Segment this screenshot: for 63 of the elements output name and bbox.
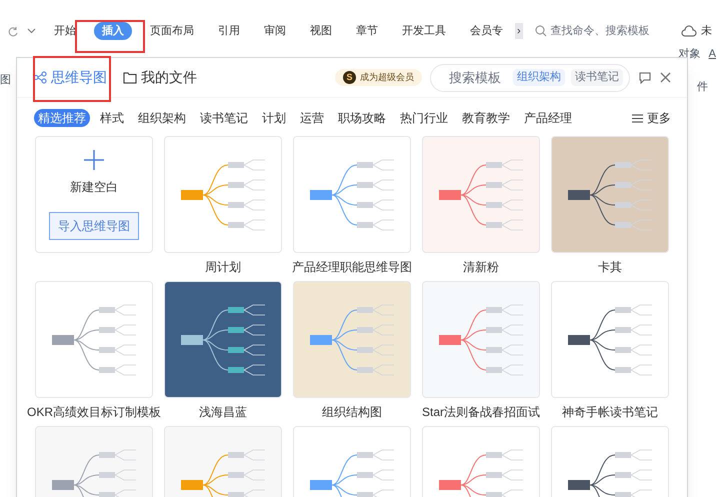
- template-title: OKR高绩效目标订制模板: [27, 404, 162, 421]
- mindmap-icon: [33, 71, 47, 84]
- template-thumbnail[interactable]: [293, 136, 411, 253]
- search-tag[interactable]: 读书笔记: [571, 69, 623, 86]
- ribbon-tab[interactable]: 审阅: [256, 22, 294, 40]
- search-icon: [534, 25, 547, 37]
- template-thumbnail[interactable]: [551, 136, 669, 253]
- category-tab[interactable]: 产品经理: [520, 109, 576, 127]
- template-title: 浅海昌蓝: [199, 404, 247, 421]
- ribbon-tab[interactable]: 会员专: [462, 22, 511, 40]
- template-thumbnail[interactable]: [164, 136, 282, 253]
- close-icon[interactable]: [660, 72, 671, 83]
- template-title: Star法则备战春招面试: [422, 404, 540, 421]
- category-tab[interactable]: 运营: [296, 109, 328, 127]
- template-title: 清新粉: [463, 259, 499, 276]
- vip-icon: S: [343, 71, 356, 84]
- toolbar-label[interactable]: 图: [0, 72, 11, 88]
- ribbon-tab[interactable]: 开发工具: [394, 22, 454, 40]
- toolbar-label[interactable]: 件: [697, 78, 708, 95]
- more-tabs-button[interactable]: ›: [515, 22, 523, 40]
- template-thumbnail[interactable]: [164, 281, 282, 398]
- ribbon-tab[interactable]: 页面布局: [142, 22, 202, 40]
- search-tag[interactable]: 组织架构: [513, 69, 565, 86]
- template-title: 产品经理职能思维导图: [292, 259, 412, 276]
- highlight-frame: [75, 20, 145, 53]
- template-thumbnail[interactable]: [35, 281, 153, 398]
- template-title: 卡其: [598, 259, 622, 276]
- dialog-tab[interactable]: 我的文件: [123, 67, 197, 88]
- template-thumbnail[interactable]: [293, 281, 411, 398]
- new-blank-card[interactable]: 新建空白 导入思维导图: [35, 136, 153, 253]
- dialog-tab[interactable]: 思维导图: [33, 67, 107, 88]
- folder-icon: [123, 71, 137, 84]
- menu-icon: [632, 114, 643, 122]
- vip-badge[interactable]: S 成为超级会员: [335, 68, 422, 86]
- ribbon-tab[interactable]: 引用: [210, 22, 248, 40]
- template-title: 组织结构图: [322, 404, 382, 421]
- category-tab[interactable]: 教育教学: [458, 109, 514, 127]
- template-thumbnail[interactable]: [551, 281, 669, 398]
- redo-icon[interactable]: [8, 26, 19, 36]
- category-tab[interactable]: 组织架构: [134, 109, 190, 127]
- category-tab[interactable]: 职场攻略: [334, 109, 390, 127]
- template-title: 神奇手帐读书笔记: [562, 404, 658, 421]
- command-search-field[interactable]: 查找命令、搜索模板: [550, 22, 650, 40]
- category-tab[interactable]: 计划: [258, 109, 290, 127]
- category-tab[interactable]: 样式: [96, 109, 128, 127]
- chat-icon[interactable]: [638, 71, 652, 84]
- category-tab[interactable]: 热门行业: [396, 109, 452, 127]
- ribbon-tab[interactable]: 开始: [46, 22, 84, 40]
- ribbon-tab[interactable]: 视图: [302, 22, 340, 40]
- account-label[interactable]: 未: [701, 22, 712, 40]
- new-blank-label: 新建空白: [70, 178, 118, 196]
- template-thumbnail[interactable]: [422, 136, 540, 253]
- cloud-icon[interactable]: [681, 25, 697, 37]
- search-field[interactable]: 搜索模板 组织架构 读书笔记: [430, 64, 630, 92]
- more-button[interactable]: 更多: [632, 109, 671, 127]
- dropdown-icon[interactable]: [27, 28, 36, 34]
- category-tab[interactable]: 精选推荐: [34, 109, 90, 127]
- template-thumbnail[interactable]: [422, 281, 540, 398]
- ribbon-tab[interactable]: 章节: [348, 22, 386, 40]
- template-title: 周计划: [205, 259, 241, 276]
- plus-icon: [84, 150, 104, 170]
- toolbar-label[interactable]: A: [708, 46, 716, 62]
- category-tab[interactable]: 读书笔记: [196, 109, 252, 127]
